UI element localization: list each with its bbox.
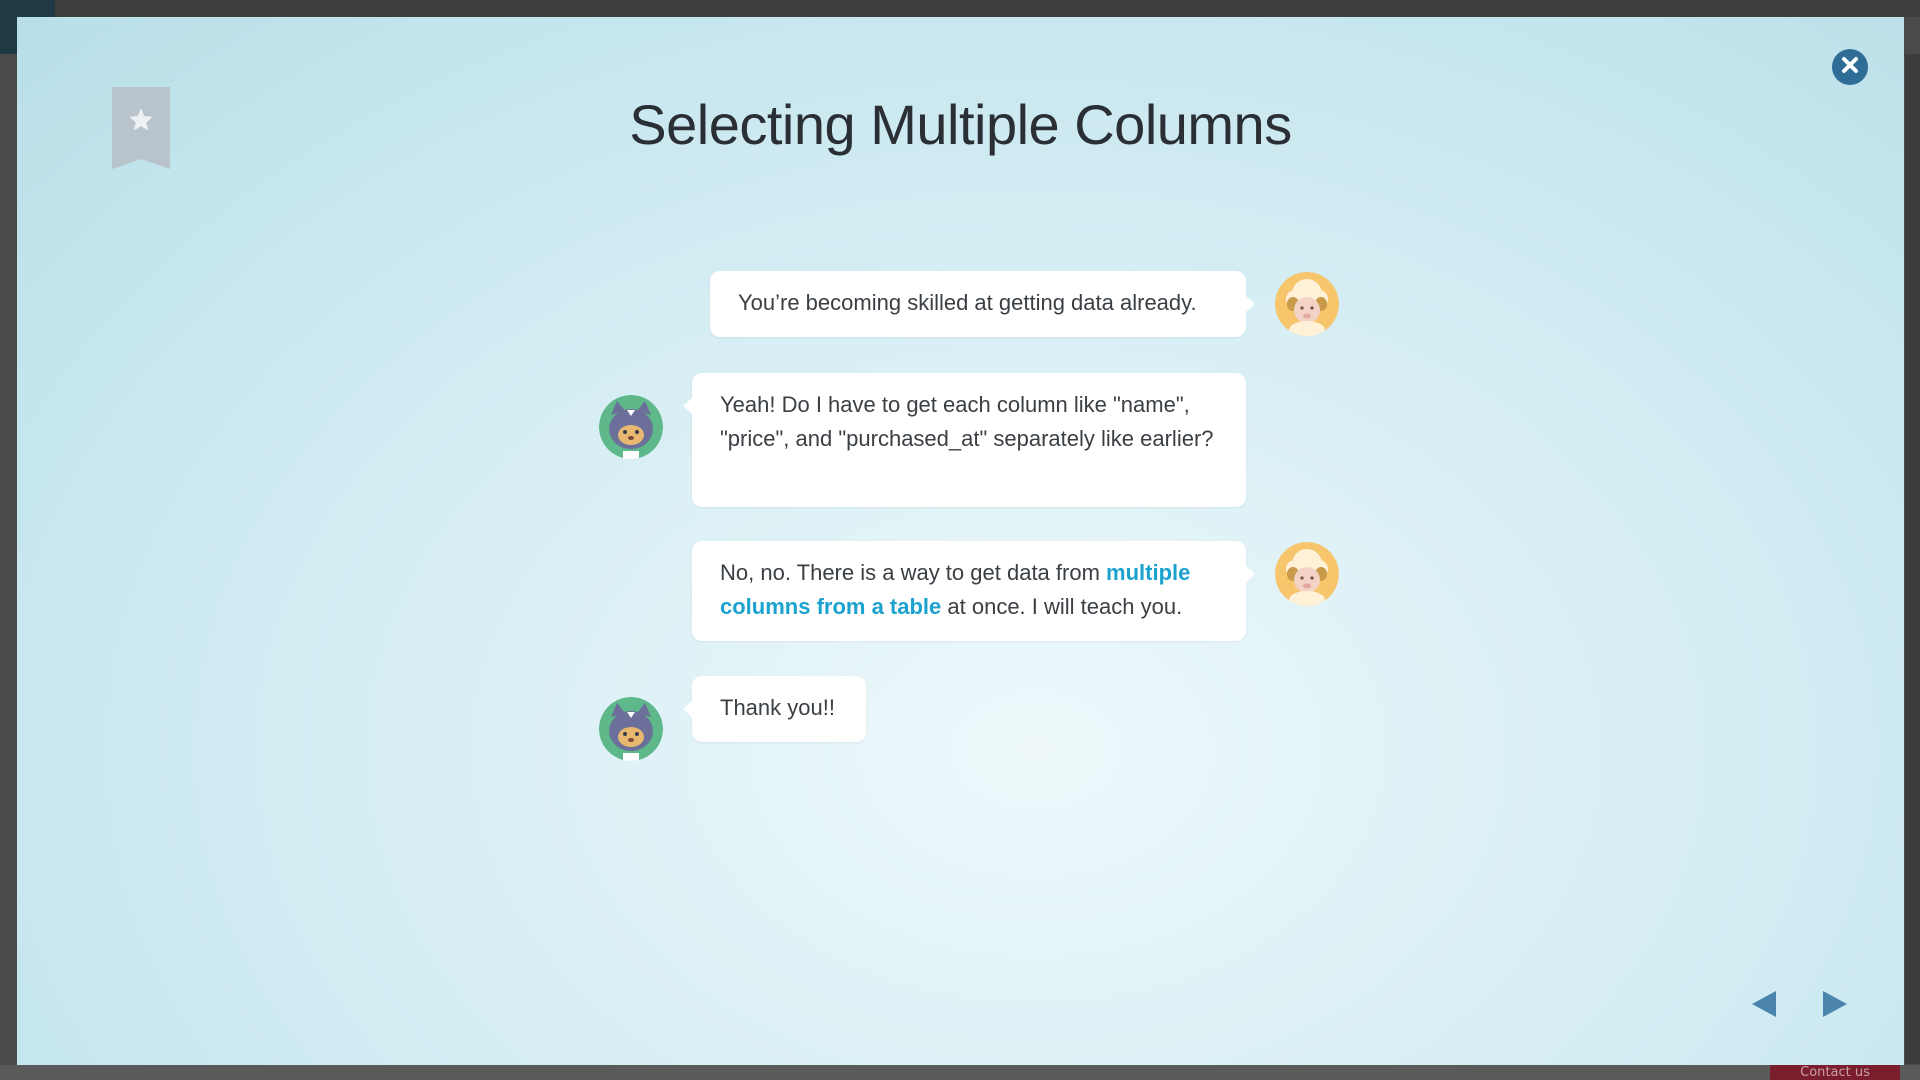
close-icon [1841, 56, 1859, 78]
chat-bubble-cat: Yeah! Do I have to get each column like … [683, 373, 1246, 507]
close-button[interactable] [1832, 49, 1868, 85]
sheep-avatar [1275, 542, 1339, 606]
background-topbar [0, 0, 1920, 17]
message-text: Thank you!! [720, 695, 835, 720]
next-slide-button[interactable] [1817, 987, 1851, 1021]
chat-bubble-cat: Thank you!! [683, 676, 866, 742]
message-text: You’re becoming skilled at getting data … [738, 290, 1197, 315]
sheep-avatar [1275, 272, 1339, 336]
lesson-modal: Selecting Multiple Columns You’re becomi… [17, 17, 1904, 1065]
message-text: No, no. There is a way to get data from [720, 560, 1107, 585]
background-scrollbar [1905, 54, 1920, 1064]
background-bottombar [0, 1065, 1920, 1080]
contact-us-button[interactable]: Contact us [1770, 1065, 1900, 1080]
message-text: Yeah! Do I have to get each column like … [720, 392, 1214, 451]
chat-bubble-sheep: You’re becoming skilled at getting data … [710, 271, 1255, 337]
cat-avatar [599, 395, 663, 459]
chat-bubble-sheep: No, no. There is a way to get data from … [692, 541, 1255, 641]
prev-slide-button[interactable] [1748, 987, 1782, 1021]
arrow-left-icon [1748, 991, 1782, 1025]
cat-avatar [599, 697, 663, 761]
arrow-right-icon [1817, 991, 1851, 1025]
message-text: at once. I will teach you. [941, 594, 1183, 619]
page-title: Selecting Multiple Columns [629, 93, 1292, 156]
